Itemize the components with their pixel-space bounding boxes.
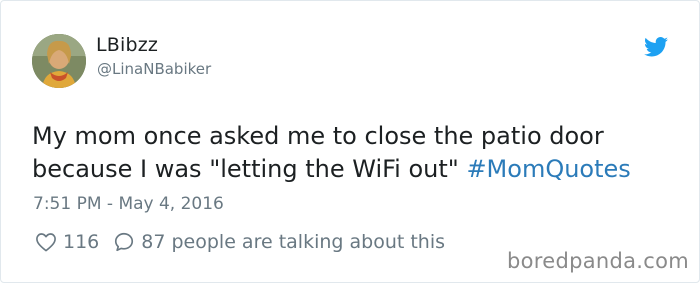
tweet-card: LBibzz @LinaNBabiker My mom once asked m… xyxy=(0,0,700,283)
tweet-timestamp[interactable]: 7:51 PM - May 4, 2016 xyxy=(33,194,224,214)
watermark: boredpanda.com xyxy=(507,249,690,273)
author-handle[interactable]: @LinaNBabiker xyxy=(97,60,211,78)
speech-bubble-icon[interactable] xyxy=(113,231,135,253)
hashtag-link[interactable]: #MomQuotes xyxy=(466,155,630,183)
like-count[interactable]: 116 xyxy=(63,231,99,253)
heart-icon[interactable] xyxy=(35,232,57,252)
tweet-text: My mom once asked me to close the patio … xyxy=(32,120,682,186)
author-display-name[interactable]: LBibzz xyxy=(96,34,158,56)
tweet-text-line-2-body: because I was "letting the WiFi out" xyxy=(32,155,467,183)
twitter-bird-icon[interactable] xyxy=(644,37,668,57)
tweet-actions: 116 87 people are talking about this xyxy=(35,229,445,255)
conversation-link[interactable]: 87 people are talking about this xyxy=(141,231,445,253)
tweet-text-line-2: because I was "letting the WiFi out" #Mo… xyxy=(32,153,682,186)
avatar-photo xyxy=(32,34,86,88)
tweet-text-line-1: My mom once asked me to close the patio … xyxy=(32,122,604,150)
avatar[interactable] xyxy=(32,34,86,88)
